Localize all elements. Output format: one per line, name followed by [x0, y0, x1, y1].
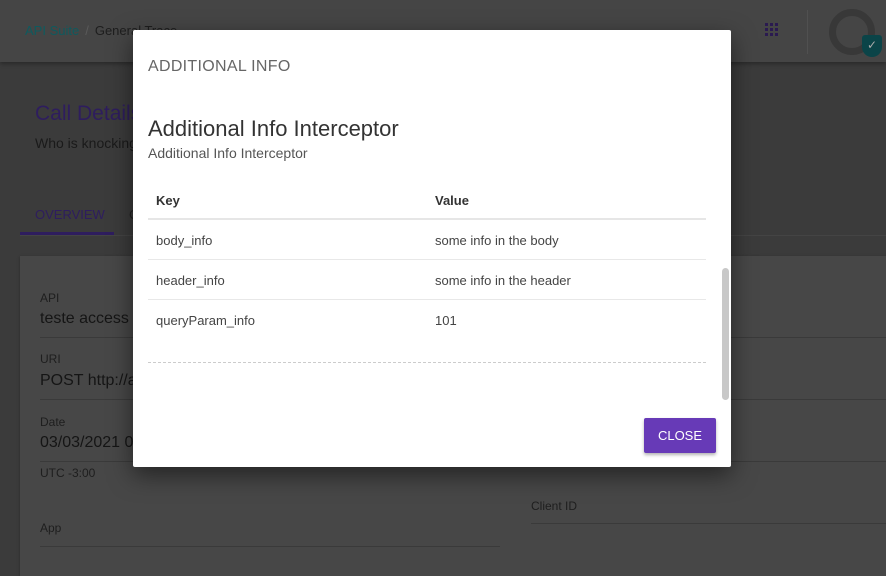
timezone-value: UTC -3:00 [40, 466, 96, 480]
breadcrumb-separator: / [85, 23, 89, 38]
row-value: some info in the body [435, 233, 559, 248]
breadcrumb-root[interactable]: API Suite [25, 23, 79, 38]
table-row: header_info some info in the header [148, 260, 706, 300]
row-value: some info in the header [435, 273, 571, 288]
scrollbar[interactable] [722, 268, 729, 400]
row-value: 101 [435, 313, 457, 328]
table-row: body_info some info in the body [148, 220, 706, 260]
table-header: Key Value [148, 180, 706, 220]
additional-info-dialog: ADDITIONAL INFO Additional Info Intercep… [133, 30, 731, 467]
interceptor-heading: Additional Info Interceptor [148, 116, 399, 141]
apps-grid-icon[interactable] [765, 23, 778, 36]
page-title: Call Details [35, 102, 142, 125]
close-button[interactable]: CLOSE [644, 418, 716, 453]
column-key: Key [156, 193, 180, 208]
interceptor-subheading: Additional Info Interceptor [148, 145, 308, 161]
divider [807, 10, 808, 54]
row-key: queryParam_info [156, 313, 255, 328]
api-value: teste access [40, 310, 129, 327]
api-label: API [40, 291, 60, 305]
shield-check-icon: ✓ [862, 35, 882, 57]
date-label: Date [40, 415, 66, 429]
info-table: Key Value body_info some info in the bod… [148, 180, 706, 340]
dashed-divider [148, 362, 706, 363]
row-key: body_info [156, 233, 213, 248]
row-key: header_info [156, 273, 225, 288]
tab-overview[interactable]: OVERVIEW [35, 207, 105, 222]
column-value: Value [435, 193, 469, 208]
table-row: queryParam_info 101 [148, 300, 706, 340]
page-subtitle: Who is knocking [35, 135, 137, 151]
app-label: App [40, 521, 62, 535]
uri-value: POST http://a [40, 372, 137, 389]
dialog-title: ADDITIONAL INFO [148, 58, 291, 75]
client-id-label: Client ID [531, 499, 578, 513]
date-value: 03/03/2021 0 [40, 434, 134, 451]
uri-label: URI [40, 352, 61, 366]
